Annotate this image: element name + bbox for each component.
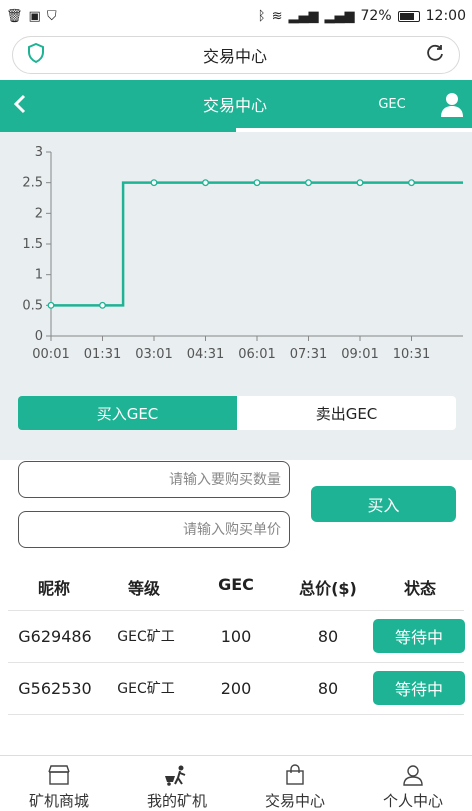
row-nickname: G562530 <box>18 679 92 698</box>
x-tick-label: 03:01 <box>135 347 172 362</box>
data-point <box>202 179 209 187</box>
row-total: 80 <box>317 627 339 646</box>
row-total: 80 <box>317 679 339 698</box>
shield-icon <box>27 42 45 67</box>
table-row: G629486 GEC矿工 100 80 等待中 <box>8 611 465 663</box>
header-coin-label[interactable]: GEC <box>360 97 424 112</box>
trade-tabs: 买入GEC 卖出GEC <box>18 396 456 430</box>
nav-label: 个人中心 <box>382 792 443 810</box>
bottom-nav: 矿机商城 我的矿机 交易中心 个人中心 <box>0 755 472 811</box>
price-input[interactable] <box>18 511 290 548</box>
row-nickname: G629486 <box>18 627 92 646</box>
table-header: 昵称 等级 GEC 总价($) 状态 <box>0 565 472 605</box>
x-tick-label: 10:31 <box>393 347 430 362</box>
row-gec: 200 <box>220 679 252 698</box>
wifi-icon: ≋ <box>271 8 283 24</box>
y-tick-label: 2 <box>35 206 43 221</box>
table-row: G562530 GEC矿工 200 80 等待中 <box>8 663 465 715</box>
back-button[interactable] <box>0 80 40 128</box>
nav-miner-shop[interactable]: 矿机商城 <box>0 756 118 811</box>
x-tick-label: 04:31 <box>187 347 224 362</box>
price-chart: 0 0.5 1 1.5 2 2.5 3 00:01 01:31 03:01 04:31 06:01 07… <box>22 145 463 362</box>
y-tick-label: 1.5 <box>22 237 43 252</box>
chart-section: 0 0.5 1 1.5 2 2.5 3 00:01 01:31 03:01 04:31 06:01 07… <box>0 132 472 460</box>
data-point <box>305 179 312 187</box>
nav-label: 我的矿机 <box>146 792 207 810</box>
x-tick-label: 01:31 <box>84 347 121 362</box>
shield-status-icon: ⛉ <box>46 8 57 24</box>
x-tick-label: 07:31 <box>290 347 327 362</box>
quantity-input[interactable] <box>18 461 290 498</box>
data-point <box>356 179 364 187</box>
bluetooth-icon: ᛒ <box>257 8 266 24</box>
y-tick-label: 0.5 <box>22 298 43 313</box>
chevron-left-icon <box>13 94 26 114</box>
header-total: 总价($) <box>299 579 357 598</box>
y-tick-label: 0 <box>35 329 43 344</box>
y-tick-label: 3 <box>35 145 43 160</box>
nav-my-miners[interactable]: 我的矿机 <box>118 756 236 811</box>
refresh-icon[interactable] <box>425 43 445 67</box>
data-point <box>408 179 415 187</box>
y-tick-label: 1 <box>35 268 43 283</box>
signal-icon-2: ▂▄▆ <box>324 8 355 24</box>
header-gec: GEC <box>218 575 254 594</box>
row-level: GEC矿工 <box>117 681 175 697</box>
x-tick-label: 09:01 <box>341 347 378 362</box>
header-status: 状态 <box>403 579 436 598</box>
url-title: 交易中心 <box>202 47 267 66</box>
data-point <box>47 301 55 309</box>
clock: 12:00 <box>425 8 466 24</box>
nav-trading-center[interactable]: 交易中心 <box>236 756 354 811</box>
shop-icon <box>46 764 72 786</box>
status-bar: 🗑 ▣ ⛉ ᛒ ≋ ▂▄▆ ▂▄▆ 72% 12:00 <box>0 0 472 32</box>
trash-icon: 🗑 <box>6 8 23 24</box>
x-tick-label: 00:01 <box>32 347 69 362</box>
nav-label: 矿机商城 <box>28 792 89 810</box>
header-level: 等级 <box>127 579 160 598</box>
data-point <box>99 301 106 309</box>
signal-icon: ▂▄▆ <box>288 8 319 24</box>
image-icon: ▣ <box>28 8 41 24</box>
miner-icon <box>163 764 191 786</box>
header-nickname: 昵称 <box>37 579 70 598</box>
status-button[interactable]: 等待中 <box>373 619 465 653</box>
y-tick-label: 2.5 <box>22 176 43 191</box>
status-button[interactable]: 等待中 <box>373 671 465 705</box>
person-icon <box>402 764 424 786</box>
series-line <box>51 181 463 307</box>
user-button[interactable] <box>438 90 466 118</box>
user-icon <box>441 93 463 117</box>
x-tick-label: 06:01 <box>238 347 275 362</box>
row-gec: 100 <box>220 627 252 646</box>
battery-percent: 72% <box>360 8 392 24</box>
app-header: 交易中心 GEC <box>0 80 472 128</box>
header-title-tab[interactable]: 交易中心 <box>160 92 310 116</box>
data-point <box>253 179 261 187</box>
battery-icon <box>397 10 420 22</box>
tab-buy-gec[interactable]: 买入GEC <box>18 396 237 430</box>
buy-button[interactable]: 买入 <box>311 486 456 522</box>
bag-icon <box>284 764 306 786</box>
tab-sell-gec[interactable]: 卖出GEC <box>237 396 456 430</box>
data-point <box>150 179 158 187</box>
nav-personal-center[interactable]: 个人中心 <box>354 756 472 811</box>
nav-label: 交易中心 <box>264 792 325 810</box>
row-level: GEC矿工 <box>117 629 175 645</box>
url-bar[interactable]: 交易中心 <box>12 36 460 74</box>
